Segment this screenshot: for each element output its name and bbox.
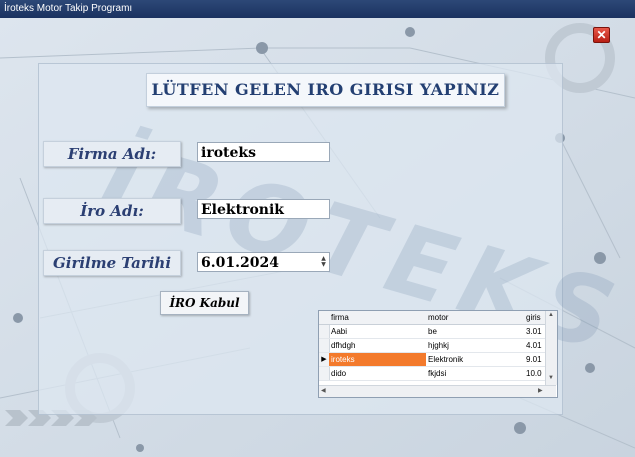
cell-firma: dfhdgh <box>331 341 356 350</box>
cell-giris: 9.01 <box>526 355 542 364</box>
data-grid[interactable]: firma motor giris Aabi be 3.01 dfhdgh hj… <box>318 310 558 398</box>
cell-motor: hjghkj <box>428 341 449 350</box>
cell-firma: dido <box>331 369 347 378</box>
cell-motor: fkjdsi <box>428 369 447 378</box>
column-header-giris[interactable]: giris <box>524 311 546 324</box>
cell-firma: Aabi <box>331 327 348 336</box>
scroll-down-icon[interactable]: ▼ <box>548 375 554 381</box>
close-button[interactable]: ✕ <box>593 27 610 43</box>
column-header-firma[interactable]: firma <box>329 311 426 324</box>
cell-giris: 10.0 <box>526 369 542 378</box>
table-row[interactable]: Aabi be 3.01 <box>319 325 545 339</box>
iro-label: İro Adı: <box>43 198 181 224</box>
cell-motor: be <box>428 327 437 336</box>
cell-giris: 3.01 <box>526 327 542 336</box>
vertical-scrollbar[interactable]: ▲ ▼ <box>545 311 557 385</box>
firma-label: Firma Adı: <box>43 141 181 167</box>
window-title: İroteks Motor Takip Programı <box>0 0 635 18</box>
iro-kabul-button[interactable]: İRO Kabul <box>160 291 249 315</box>
grid-header: firma motor giris <box>319 311 545 325</box>
form-heading: LÜTFEN GELEN IRO GIRISI YAPINIZ <box>146 73 505 107</box>
close-icon: ✕ <box>596 28 607 42</box>
cell-motor: Elektronik <box>428 355 464 364</box>
scroll-left-icon[interactable]: ◀ <box>321 387 326 394</box>
horizontal-scrollbar[interactable]: ◀ ▶ <box>319 385 556 397</box>
scroll-right-icon[interactable]: ▶ <box>538 387 543 394</box>
table-row-selected[interactable]: ▶ iroteks Elektronik 9.01 <box>319 353 545 367</box>
scroll-up-icon[interactable]: ▲ <box>548 312 554 318</box>
table-row[interactable]: dfhdgh hjghkj 4.01 <box>319 339 545 353</box>
cell-giris: 4.01 <box>526 341 542 350</box>
spinner-icon[interactable]: ▲ ▼ <box>320 256 327 268</box>
column-header-motor[interactable]: motor <box>426 311 523 324</box>
iro-input[interactable]: Elektronik <box>197 199 330 219</box>
tarih-label: Girilme Tarihi <box>43 250 181 276</box>
cell-firma: iroteks <box>329 353 426 366</box>
firma-input[interactable]: iroteks <box>197 142 330 162</box>
table-row[interactable]: dido fkjdsi 10.0 <box>319 367 545 381</box>
tarih-datepicker[interactable]: 6.01.2024 ▲ ▼ <box>197 252 330 272</box>
tarih-value: 6.01.2024 <box>201 255 279 271</box>
